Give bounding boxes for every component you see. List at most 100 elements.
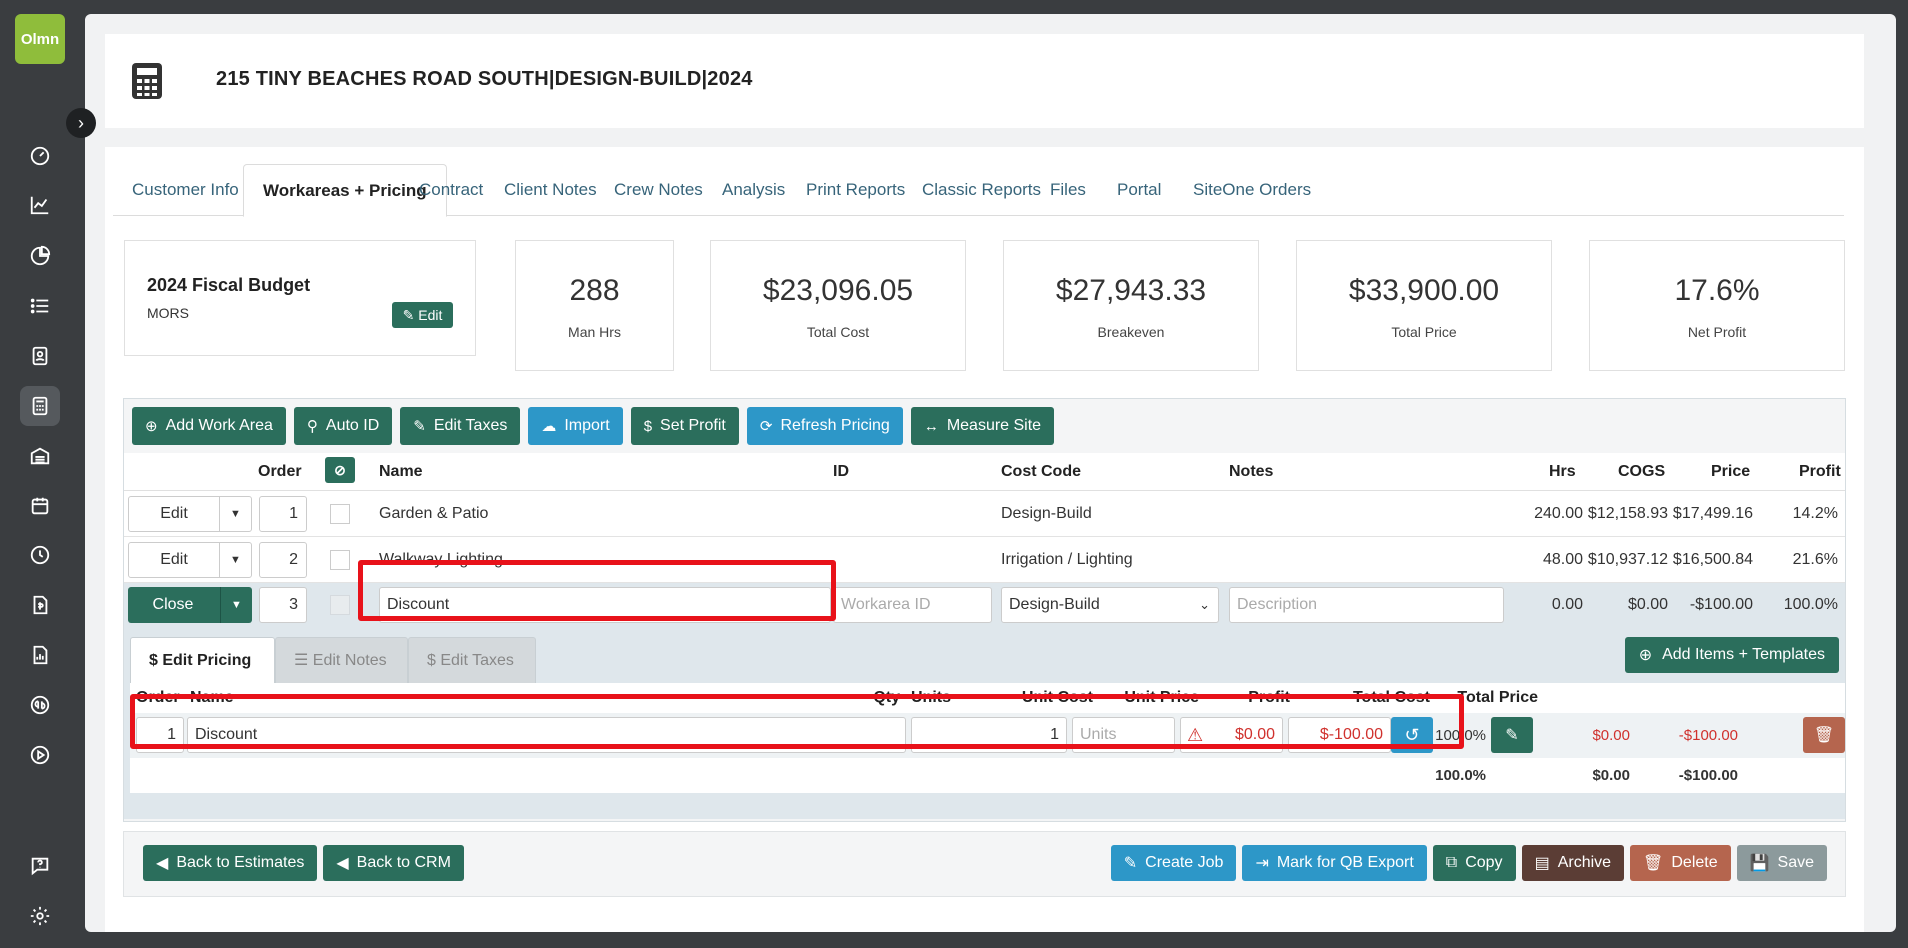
active-workarea-row: Close ▼ 3 Discount Workarea ID Design-Bui… <box>124 583 1845 819</box>
calendar-icon[interactable] <box>20 486 60 526</box>
dollar-icon: $ <box>427 652 441 669</box>
undo-icon[interactable]: ↺ <box>1391 717 1433 753</box>
items-header-total-cost: Total Cost <box>1352 689 1430 706</box>
add-items-templates-button[interactable]: ⊕ Add Items + Templates <box>1624 637 1839 673</box>
contact-card-icon[interactable] <box>20 336 60 376</box>
row-hrs: 48.00 <box>1542 551 1583 568</box>
row-name: Walkway Lighting <box>379 551 503 568</box>
visibility-toggle-icon[interactable]: ⊘ <box>325 457 355 483</box>
footer-actions: ◀ Back to Estimates ◀ Back to CRM ✎ Create … <box>123 831 1846 897</box>
workarea-name-input[interactable]: Discount <box>379 587 831 623</box>
dashboard-icon[interactable] <box>20 136 60 176</box>
row-checkbox[interactable] <box>330 550 350 570</box>
stat-total-cost: $23,096.05 Total Cost <box>710 240 966 371</box>
save-button[interactable]: 💾 Save <box>1736 845 1827 881</box>
item-unit-cost-input[interactable]: ⚠ $0.00 <box>1180 717 1283 753</box>
tab-portal[interactable]: Portal <box>1098 164 1180 216</box>
item-qty-input[interactable]: 1 <box>911 717 1067 753</box>
budget-card: 2024 Fiscal Budget MORS ✎ Edit <box>124 240 476 356</box>
budget-edit-button[interactable]: ✎ Edit <box>392 302 453 328</box>
items-header-profit: Profit <box>1248 689 1290 706</box>
warehouse-icon[interactable] <box>20 436 60 476</box>
help-chat-icon[interactable] <box>20 846 60 886</box>
set-profit-button[interactable]: $ Set Profit <box>630 407 739 445</box>
dollar-icon: $ <box>643 417 653 435</box>
item-total-price: -$100.00 <box>1678 727 1738 744</box>
item-units-input[interactable]: Units <box>1072 717 1175 753</box>
row-checkbox[interactable] <box>330 504 350 524</box>
stat-net-profit: 17.6% Net Profit <box>1589 240 1845 371</box>
row-price: $17,499.16 <box>1672 505 1753 522</box>
caret-down-icon[interactable]: ▼ <box>219 497 251 531</box>
subtab-edit-taxes[interactable]: $ Edit Taxes <box>408 637 536 683</box>
arrows-horizontal-icon: ↔ <box>923 417 939 435</box>
row-order-input[interactable]: 2 <box>259 542 307 578</box>
plus-circle-icon: ⊕ <box>145 418 158 435</box>
pencil-icon[interactable]: ✎ <box>1491 717 1533 753</box>
subtab-edit-notes[interactable]: ☰ Edit Notes <box>275 637 408 683</box>
item-name-input[interactable]: Discount <box>187 717 906 753</box>
row-close-dropdown[interactable]: Close ▼ <box>128 587 252 623</box>
table-row: Edit ▼ 1 Garden & Patio Design-Build 240.… <box>124 491 1845 537</box>
description-input[interactable]: Description <box>1229 587 1504 623</box>
stat-label: Man Hrs <box>568 324 621 340</box>
row-profit: 100.0% <box>1783 596 1838 613</box>
row-checkbox[interactable] <box>330 595 350 615</box>
cost-code-select[interactable]: Design-Build ⌄ <box>1001 587 1219 623</box>
row-profit: 21.6% <box>1792 551 1838 568</box>
pie-chart-icon[interactable] <box>20 236 60 276</box>
tab-customer-info[interactable]: Customer Info <box>113 164 258 216</box>
stat-man-hours: 288 Man Hrs <box>515 240 674 371</box>
back-to-crm-button[interactable]: ◀ Back to CRM <box>323 845 464 881</box>
subtab-edit-pricing[interactable]: $ Edit Pricing <box>130 637 275 683</box>
report-icon[interactable] <box>20 635 60 675</box>
row-edit-dropdown[interactable]: Edit ▼ <box>128 496 252 532</box>
row-price: -$100.00 <box>1689 596 1753 613</box>
create-job-button[interactable]: ✎ Create Job <box>1110 845 1237 881</box>
app-logo[interactable]: Olmn <box>15 14 65 64</box>
stat-breakeven: $27,943.33 Breakeven <box>1003 240 1259 371</box>
import-button[interactable]: ☁ Import <box>528 407 623 445</box>
archive-button[interactable]: ▤ Archive <box>1521 845 1625 881</box>
settings-icon[interactable] <box>20 896 60 936</box>
chart-line-icon[interactable] <box>20 185 60 225</box>
clock-icon[interactable] <box>20 535 60 575</box>
edit-icon: ✎ <box>402 306 415 323</box>
item-order-input[interactable]: 1 <box>136 717 184 753</box>
archive-icon: ▤ <box>1534 855 1550 872</box>
workarea-id-input[interactable]: Workarea ID <box>833 587 992 623</box>
header-hrs: Hrs <box>1549 463 1576 480</box>
row-profit: 14.2% <box>1792 505 1838 522</box>
add-work-area-button[interactable]: ⊕ Add Work Area <box>132 407 286 445</box>
pricing-items: Order Name Qty Units Unit Cost Unit Pric… <box>130 683 1845 793</box>
mark-qb-export-button[interactable]: ⇥ Mark for QB Export <box>1242 845 1427 881</box>
chevron-down-icon: ⌄ <box>1199 597 1210 612</box>
measure-site-button[interactable]: ↔ Measure Site <box>910 407 1055 445</box>
page-header: 215 TINY BEACHES ROAD SOUTH|DESIGN-BUILD… <box>105 34 1864 128</box>
tab-siteone-orders[interactable]: SiteOne Orders <box>1174 164 1330 216</box>
row-order-input[interactable]: 1 <box>259 496 307 532</box>
back-to-estimates-button[interactable]: ◀ Back to Estimates <box>143 845 318 881</box>
stat-label: Total Price <box>1391 324 1457 340</box>
delete-button[interactable]: 🗑 Delete <box>1630 845 1731 881</box>
row-order-input[interactable]: 3 <box>259 587 307 623</box>
quickbooks-icon[interactable] <box>20 685 60 725</box>
edit-taxes-button[interactable]: ✎ Edit Taxes <box>400 407 521 445</box>
row-edit-dropdown[interactable]: Edit ▼ <box>128 542 252 578</box>
workarea-panel: ⊕ Add Work Area ⚲ Auto ID ✎ Edit Taxes ☁ Imp… <box>123 398 1846 822</box>
list-icon: ☰ <box>294 652 313 669</box>
caret-down-icon[interactable]: ▼ <box>219 543 251 577</box>
list-icon[interactable] <box>20 286 60 326</box>
sidebar-expand-button[interactable]: › <box>66 108 96 138</box>
auto-id-button[interactable]: ⚲ Auto ID <box>293 407 393 445</box>
copy-button[interactable]: ⧉ Copy <box>1432 845 1516 881</box>
refresh-pricing-button[interactable]: ⟳ Refresh Pricing <box>746 407 903 445</box>
trash-icon[interactable]: 🗑 <box>1803 717 1845 753</box>
calculator-icon[interactable] <box>20 386 60 426</box>
item-unit-price-input[interactable]: $-100.00 <box>1288 717 1391 753</box>
tab-files[interactable]: Files <box>1031 164 1105 216</box>
invoice-icon[interactable] <box>20 585 60 625</box>
caret-down-icon[interactable]: ▼ <box>220 587 252 623</box>
items-header-unit-cost: Unit Cost <box>1021 689 1093 706</box>
play-icon[interactable] <box>20 735 60 775</box>
